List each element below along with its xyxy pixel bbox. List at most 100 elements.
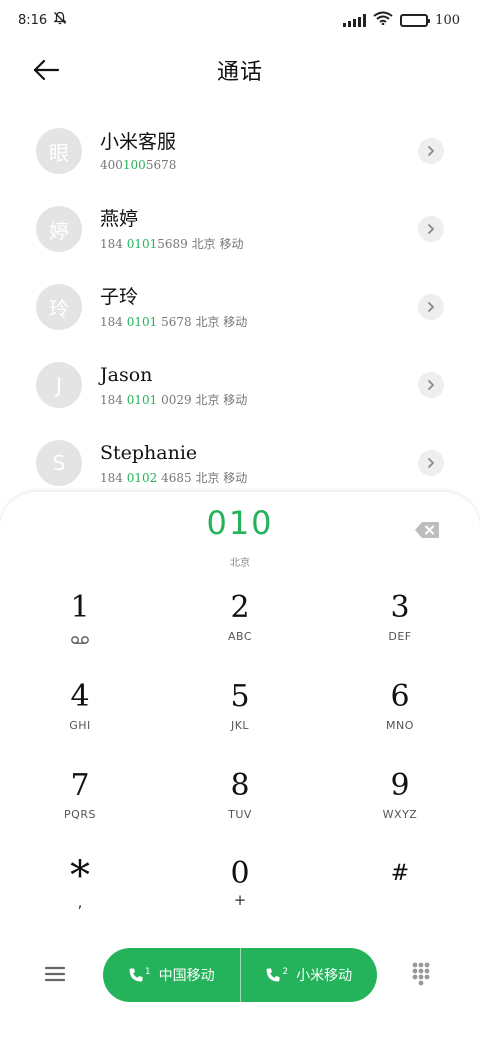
key-0[interactable]: 0 + <box>170 856 310 938</box>
chevron-right-icon <box>428 146 434 156</box>
key-digit: 2 <box>230 590 250 625</box>
list-item[interactable]: J Jason 184 0101 0029 北京 移动 <box>0 346 480 424</box>
number-location: 北京 移动 <box>187 236 244 251</box>
key-letters: PQRS <box>64 808 96 821</box>
backspace-icon <box>415 522 439 538</box>
key-4[interactable]: 4 GHI <box>10 679 150 761</box>
wifi-icon <box>373 11 393 29</box>
contact-info: 燕婷 184 01015689 北京 移动 <box>100 207 444 252</box>
key-3[interactable]: 3 DEF <box>330 590 470 672</box>
sim1-index: 1 <box>144 967 151 977</box>
dialed-number[interactable]: 010 <box>0 504 480 542</box>
key-digit: 7 <box>70 768 90 803</box>
number-prefix: 184 <box>100 236 127 251</box>
number-location: 北京 移动 <box>191 314 248 329</box>
menu-button[interactable] <box>44 964 70 986</box>
key-sub: , <box>77 893 83 911</box>
key-star[interactable]: * , <box>10 856 150 938</box>
contact-number: 184 01015689 北京 移动 <box>100 235 444 252</box>
number-suffix: 5678 <box>145 158 177 172</box>
back-button[interactable] <box>26 54 66 86</box>
contact-info: 小米客服 4001005678 <box>100 130 444 172</box>
avatar: 婷 <box>36 206 82 252</box>
key-digit: 1 <box>70 590 90 625</box>
signal-icon <box>343 13 367 27</box>
call-sim2-button[interactable]: 2 小米移动 <box>241 948 378 1002</box>
key-1[interactable]: 1 <box>10 590 150 672</box>
key-sub: + <box>233 891 247 909</box>
number-suffix: 5689 <box>157 236 188 251</box>
number-match: 100 <box>122 158 146 172</box>
key-digit: # <box>390 861 410 886</box>
contact-name: 燕婷 <box>100 207 139 230</box>
contact-detail-button[interactable] <box>418 138 444 164</box>
list-item[interactable]: 玲 子玲 184 0101 5678 北京 移动 <box>0 268 480 346</box>
contact-name: Stephanie <box>100 441 198 464</box>
contact-detail-button[interactable] <box>418 372 444 398</box>
number-suffix: 4685 <box>157 470 192 485</box>
key-7[interactable]: 7 PQRS <box>10 768 150 850</box>
status-left: 8:16 <box>18 11 67 29</box>
dialed-location: 北京 <box>230 558 250 569</box>
header: 通话 <box>0 44 480 96</box>
key-letters: TUV <box>228 808 252 821</box>
status-time: 8:16 <box>18 12 48 28</box>
number-location: 北京 移动 <box>191 470 248 485</box>
contact-name: 小米客服 <box>100 131 177 153</box>
contact-list: 眼 小米客服 4001005678 婷 燕婷 184 01015689 北京 移… <box>0 112 480 502</box>
call-button-group: 1 中国移动 2 小米移动 <box>103 948 377 1002</box>
key-letters: ABC <box>227 630 253 643</box>
voicemail-icon <box>70 630 90 649</box>
contact-name: 子玲 <box>100 285 139 308</box>
chevron-right-icon <box>428 380 434 390</box>
key-6[interactable]: 6 MNO <box>330 679 470 761</box>
number-prefix: 184 <box>100 392 127 407</box>
key-letters: JKL <box>230 719 250 732</box>
key-digit: * <box>70 853 90 899</box>
delete-button[interactable] <box>414 521 440 539</box>
list-item[interactable]: 眼 小米客服 4001005678 <box>0 112 480 190</box>
list-item[interactable]: S Stephanie 184 0102 4685 北京 移动 <box>0 424 480 502</box>
key-letters: WXYZ <box>382 808 418 821</box>
sim1-label: 中国移动 <box>158 968 215 984</box>
key-8[interactable]: 8 TUV <box>170 768 310 850</box>
number-suffix: 5678 <box>157 314 192 329</box>
contact-number: 184 0102 4685 北京 移动 <box>100 469 444 486</box>
key-2[interactable]: 2 ABC <box>170 590 310 672</box>
bell-muted-icon <box>53 11 67 29</box>
battery-level: 100 <box>435 12 460 28</box>
status-right: 100 <box>343 11 460 29</box>
bottom-bar: 1 中国移动 2 小米移动 <box>0 948 480 1002</box>
number-prefix: 184 <box>100 470 127 485</box>
number-prefix: 400 <box>100 158 123 172</box>
page-title: 通话 <box>216 60 263 85</box>
list-item[interactable]: 婷 燕婷 184 01015689 北京 移动 <box>0 190 480 268</box>
dialpad-icon <box>412 962 430 986</box>
contact-detail-button[interactable] <box>418 450 444 476</box>
contact-info: 子玲 184 0101 5678 北京 移动 <box>100 285 444 330</box>
contact-detail-button[interactable] <box>418 294 444 320</box>
contact-info: Jason 184 0101 0029 北京 移动 <box>100 363 444 408</box>
status-bar: 8:16 100 <box>0 0 480 40</box>
menu-icon <box>44 966 66 982</box>
contact-name: Jason <box>100 363 153 386</box>
dialpad-toggle-button[interactable] <box>410 961 438 989</box>
number-match: 0101 <box>126 236 158 251</box>
number-prefix: 184 <box>100 314 127 329</box>
number-match: 0101 <box>126 314 158 329</box>
contact-info: Stephanie 184 0102 4685 北京 移动 <box>100 441 444 486</box>
phone-sim1-icon: 1 <box>128 967 151 983</box>
key-digit: 4 <box>70 679 90 714</box>
contact-detail-button[interactable] <box>418 216 444 242</box>
key-letters: GHI <box>69 719 91 732</box>
call-sim1-button[interactable]: 1 中国移动 <box>103 948 240 1002</box>
contact-number: 184 0101 0029 北京 移动 <box>100 391 444 408</box>
key-hash[interactable]: # <box>330 856 470 938</box>
key-digit: 0 <box>230 856 250 891</box>
avatar: 玲 <box>36 284 82 330</box>
chevron-right-icon <box>428 224 434 234</box>
key-digit: 6 <box>390 679 410 714</box>
key-9[interactable]: 9 WXYZ <box>330 768 470 850</box>
key-5[interactable]: 5 JKL <box>170 679 310 761</box>
avatar: J <box>36 362 82 408</box>
